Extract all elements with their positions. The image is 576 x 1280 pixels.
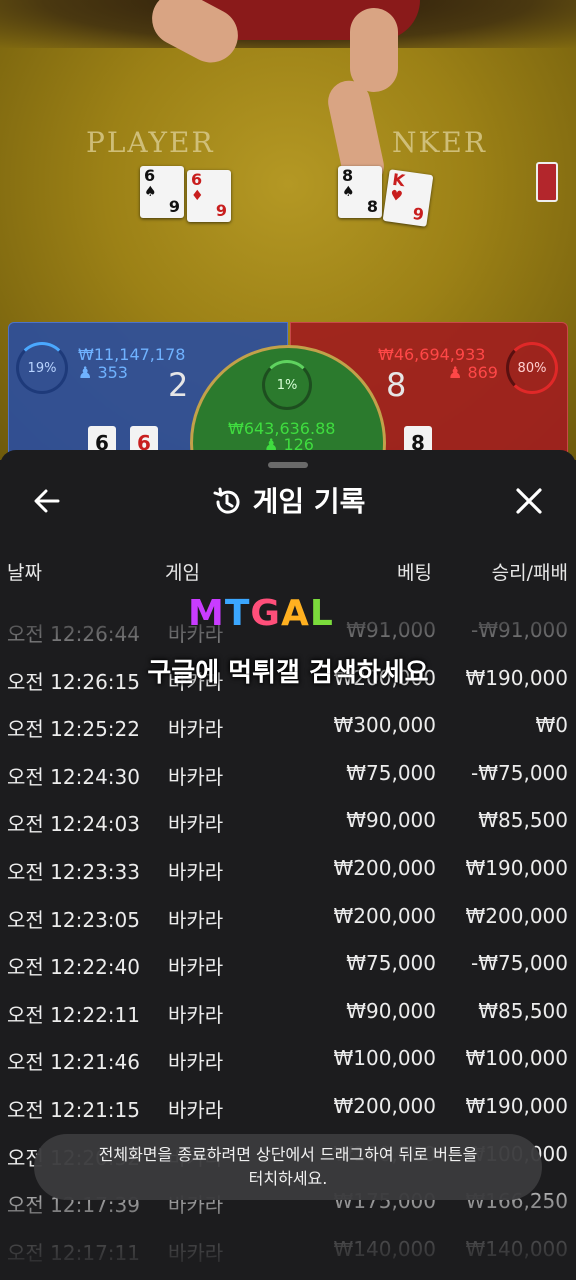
row-time: 오전 12:24:30 bbox=[7, 764, 140, 789]
history-row: 오전 12:23:33 바카라 ₩200,000 ₩190,000 bbox=[0, 846, 576, 894]
row-time: 오전 12:24:03 bbox=[7, 812, 140, 837]
history-row: 오전 12:22:11 바카라 ₩90,000 ₩85,500 bbox=[0, 989, 576, 1037]
player-card-2: 6 ♦ 9 bbox=[187, 170, 231, 222]
history-row: 오전 12:23:05 바카라 ₩200,000 ₩200,000 bbox=[0, 894, 576, 942]
player-total-amount: ₩11,147,178 bbox=[78, 345, 186, 364]
row-bet: ₩200,000 bbox=[333, 855, 436, 880]
history-row: 오전 12:21:15 바카라 ₩200,000 ₩190,000 bbox=[0, 1084, 576, 1132]
row-time: 오전 12:22:11 bbox=[7, 1002, 140, 1027]
banker-score: 8 bbox=[386, 366, 407, 404]
row-bet: ₩75,000 bbox=[346, 760, 436, 785]
row-game: 바카라 bbox=[168, 859, 224, 884]
row-result: ₩85,500 bbox=[478, 808, 568, 833]
row-time: 오전 12:22:40 bbox=[7, 955, 140, 980]
banker-card-2: K ♥ 9 bbox=[382, 169, 434, 227]
close-button[interactable] bbox=[512, 484, 546, 518]
watermark-text: 구글에 먹튀갤 검색하세요 bbox=[147, 658, 429, 688]
close-icon bbox=[516, 488, 542, 514]
row-bet: ₩200,000 bbox=[333, 903, 436, 928]
sheet-header: 게임 기록 bbox=[0, 476, 576, 526]
row-time: 오전 12:21:46 bbox=[7, 1050, 140, 1075]
player-label: PLAYER bbox=[86, 126, 215, 159]
row-time: 오전 12:25:22 bbox=[7, 717, 140, 742]
row-result: ₩100,000 bbox=[465, 1046, 568, 1071]
user-icon: ♟ bbox=[78, 363, 93, 382]
watermark-logo: MTGAL bbox=[188, 593, 334, 634]
row-game: 바카라 bbox=[168, 1050, 224, 1075]
row-result: ₩200,000 bbox=[465, 903, 568, 928]
dealer-arm-right bbox=[350, 8, 398, 92]
history-row: 오전 12:24:30 바카라 ₩75,000 -₩75,000 bbox=[0, 751, 576, 799]
row-game: 바카라 bbox=[168, 907, 224, 932]
row-bet: ₩90,000 bbox=[346, 808, 436, 833]
row-result: ₩190,000 bbox=[465, 855, 568, 880]
history-row: 오전 12:22:40 바카라 ₩75,000 -₩75,000 bbox=[0, 941, 576, 989]
history-icon bbox=[213, 487, 240, 514]
fullscreen-exit-toast: 전체화면을 종료하려면 상단에서 드래그하여 뒤로 버튼을 터치하세요. bbox=[34, 1134, 542, 1200]
banker-percent-ring: 80% bbox=[506, 342, 558, 394]
history-row: 오전 12:21:46 바카라 ₩100,000 ₩100,000 bbox=[0, 1036, 576, 1084]
row-game: 바카라 bbox=[168, 1097, 224, 1122]
row-time: 오전 12:21:15 bbox=[7, 1097, 140, 1122]
row-bet: ₩75,000 bbox=[346, 951, 436, 976]
column-game: 게임 bbox=[165, 562, 200, 584]
banker-label: NKER bbox=[392, 126, 487, 159]
banker-count: ♟ 869 bbox=[448, 363, 498, 382]
column-date: 날짜 bbox=[7, 562, 42, 584]
player-percent-ring: 19% bbox=[16, 342, 68, 394]
row-game: 바카라 bbox=[168, 955, 224, 980]
player-card-1: 6 ♠ 9 bbox=[140, 166, 184, 218]
player-score: 2 bbox=[168, 366, 189, 404]
history-row: 오전 12:24:03 바카라 ₩90,000 ₩85,500 bbox=[0, 798, 576, 846]
row-bet: ₩100,000 bbox=[333, 1046, 436, 1071]
row-time: 오전 12:23:33 bbox=[7, 859, 140, 884]
banker-card-1: 8 ♠ 8 bbox=[338, 166, 382, 218]
player-count: ♟ 353 bbox=[78, 363, 128, 382]
row-result: ₩0 bbox=[535, 713, 569, 738]
sheet-title: 게임 기록 bbox=[0, 482, 576, 521]
row-bet: ₩90,000 bbox=[346, 998, 436, 1023]
banker-total-amount: ₩46,694,933 bbox=[378, 345, 486, 364]
row-bet: ₩300,000 bbox=[333, 713, 436, 738]
tie-percent-ring: 1% bbox=[262, 360, 312, 410]
row-bet: ₩200,000 bbox=[333, 1093, 436, 1118]
card-shoe bbox=[536, 162, 558, 202]
row-result: ₩190,000 bbox=[465, 1093, 568, 1118]
row-game: 바카라 bbox=[168, 1002, 224, 1027]
sheet-drag-handle[interactable] bbox=[268, 462, 308, 468]
history-row: 오전 12:25:22 바카라 ₩300,000 ₩0 bbox=[0, 703, 576, 751]
row-game: 바카라 bbox=[168, 812, 224, 837]
row-time: 오전 12:23:05 bbox=[7, 907, 140, 932]
row-result: -₩75,000 bbox=[471, 760, 568, 785]
user-icon: ♟ bbox=[448, 363, 463, 382]
column-result: 승리/패배 bbox=[491, 562, 568, 584]
row-result: -₩75,000 bbox=[471, 951, 568, 976]
row-result: ₩85,500 bbox=[478, 998, 568, 1023]
row-game: 바카라 bbox=[168, 717, 224, 742]
row-game: 바카라 bbox=[168, 764, 224, 789]
column-bet: 베팅 bbox=[397, 562, 432, 584]
